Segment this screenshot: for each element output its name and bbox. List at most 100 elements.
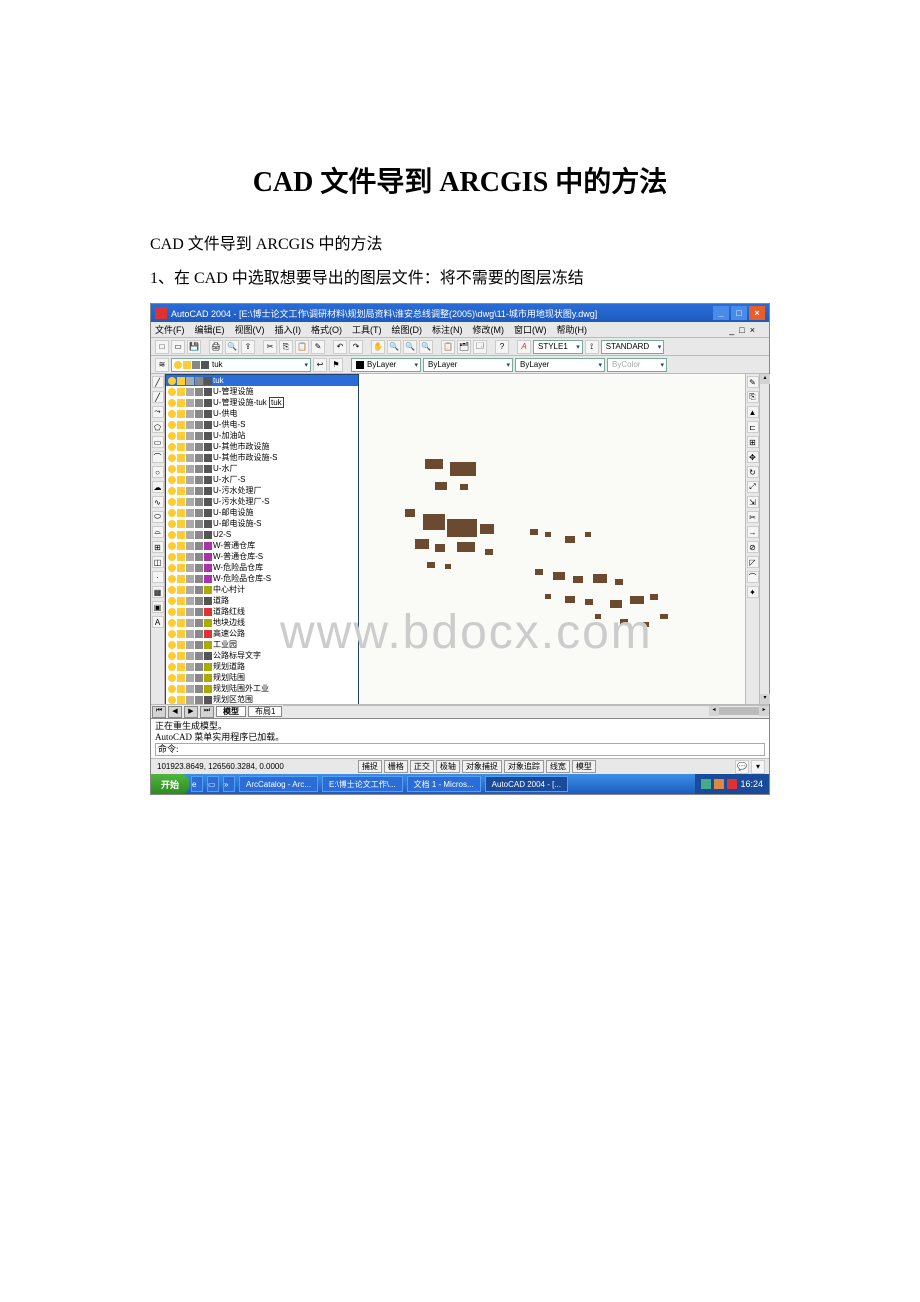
- chamfer-icon[interactable]: ◸: [747, 556, 759, 568]
- redo-icon[interactable]: ↷: [349, 340, 363, 354]
- rotate-icon[interactable]: ↻: [747, 466, 759, 478]
- otrack-toggle[interactable]: 对象追踪: [504, 760, 544, 773]
- match-icon[interactable]: ✎: [311, 340, 325, 354]
- zoom-rt-icon[interactable]: 🔍: [387, 340, 401, 354]
- dimstyle-icon[interactable]: ⟟: [585, 340, 599, 354]
- quicklaunch-more-icon[interactable]: »: [223, 776, 235, 792]
- layer-row[interactable]: 高速公路: [166, 628, 358, 639]
- cut-icon[interactable]: ✂: [263, 340, 277, 354]
- extend-icon[interactable]: →: [747, 526, 759, 538]
- arc-icon[interactable]: ⌒: [152, 451, 164, 463]
- pline-icon[interactable]: ⤳: [152, 406, 164, 418]
- textstyle-icon[interactable]: A: [517, 340, 531, 354]
- scroll-thumb[interactable]: [719, 707, 759, 715]
- props-icon[interactable]: 📋: [441, 340, 455, 354]
- color-combo[interactable]: ByLayer: [351, 358, 421, 372]
- dimstyle-combo[interactable]: STANDARD: [601, 340, 664, 354]
- break-icon[interactable]: ⊘: [747, 541, 759, 553]
- spline-icon[interactable]: ∿: [152, 496, 164, 508]
- layer-row[interactable]: U-供电: [166, 408, 358, 419]
- layer-row[interactable]: W-普通仓库-S: [166, 551, 358, 562]
- lwt-toggle[interactable]: 线宽: [546, 760, 570, 773]
- menu-dim[interactable]: 标注(N): [432, 323, 463, 336]
- lineweight-combo[interactable]: ByLayer: [515, 358, 605, 372]
- menu-draw[interactable]: 绘图(D): [392, 323, 423, 336]
- dc-icon[interactable]: 🗂: [457, 340, 471, 354]
- rect-icon[interactable]: ▭: [152, 436, 164, 448]
- menu-modify[interactable]: 修改(M): [473, 323, 505, 336]
- layer-row[interactable]: W-危险品仓库-S: [166, 573, 358, 584]
- zoom-prev-icon[interactable]: 🔍: [419, 340, 433, 354]
- linetype-combo[interactable]: ByLayer: [423, 358, 513, 372]
- publish-icon[interactable]: ⇪: [241, 340, 255, 354]
- layer-row[interactable]: 规划陆围外工业: [166, 683, 358, 694]
- line-icon[interactable]: ╱: [152, 376, 164, 388]
- tab-layout1[interactable]: 布局1: [248, 706, 282, 717]
- layer-row[interactable]: U-供电-S: [166, 419, 358, 430]
- tab-model[interactable]: 模型: [216, 706, 246, 717]
- comm-icon[interactable]: 💬: [735, 760, 749, 774]
- layer-dropdown[interactable]: tukU-管理设施U-管理设施-tuk tukU-供电U-供电-SU-加油站U-…: [165, 374, 359, 704]
- task-explorer[interactable]: E:\博士论文工作\...: [322, 776, 403, 792]
- snap-toggle[interactable]: 捕捉: [358, 760, 382, 773]
- layer-row[interactable]: U-污水处理厂: [166, 485, 358, 496]
- layer-row[interactable]: U-其他市政设施: [166, 441, 358, 452]
- task-word[interactable]: 文档 1 - Micros...: [407, 776, 481, 792]
- horizontal-scrollbar[interactable]: ◂ ▸: [283, 705, 769, 715]
- layer-row[interactable]: 工业园: [166, 639, 358, 650]
- scale-icon[interactable]: ⤢: [747, 481, 759, 493]
- explode-icon[interactable]: ✦: [747, 586, 759, 598]
- save-icon[interactable]: 💾: [187, 340, 201, 354]
- close-button[interactable]: ×: [749, 306, 765, 320]
- layer-row[interactable]: 公路标导文字: [166, 650, 358, 661]
- layer-row[interactable]: 地块边线: [166, 617, 358, 628]
- tray-icon-1[interactable]: [701, 779, 711, 789]
- osnap-toggle[interactable]: 对象捕捉: [462, 760, 502, 773]
- offset-icon[interactable]: ⊏: [747, 421, 759, 433]
- quicklaunch-desktop-icon[interactable]: ▭: [207, 776, 219, 792]
- task-arccatalog[interactable]: ArcCatalog - Arc...: [239, 776, 318, 792]
- polygon-icon[interactable]: ⬠: [152, 421, 164, 433]
- menu-help[interactable]: 帮助(H): [557, 323, 588, 336]
- drawing-canvas[interactable]: tukU-管理设施U-管理设施-tuk tukU-供电U-供电-SU-加油站U-…: [165, 374, 745, 704]
- layer-row[interactable]: W-危险品仓库: [166, 562, 358, 573]
- region-icon[interactable]: ▣: [152, 601, 164, 613]
- layer-prev-icon[interactable]: ↩: [313, 358, 327, 372]
- command-input[interactable]: 命令:: [155, 743, 765, 756]
- circle-icon[interactable]: ○: [152, 466, 164, 478]
- print-icon[interactable]: 🖨: [209, 340, 223, 354]
- layer-row[interactable]: 道路: [166, 595, 358, 606]
- tab-prev-icon[interactable]: ◀: [168, 706, 182, 718]
- layer-row[interactable]: 规划道路: [166, 661, 358, 672]
- scroll-up-icon[interactable]: ▴: [760, 374, 770, 384]
- paste-icon[interactable]: 📋: [295, 340, 309, 354]
- undo-icon[interactable]: ↶: [333, 340, 347, 354]
- ellipse-arc-icon[interactable]: ⌓: [152, 526, 164, 538]
- menu-tools[interactable]: 工具(T): [352, 323, 382, 336]
- layer-row[interactable]: U-管理设施-tuk tuk: [166, 397, 358, 408]
- layer-row[interactable]: U2-S: [166, 529, 358, 540]
- quicklaunch-ie-icon[interactable]: e: [191, 776, 203, 792]
- layer-row[interactable]: U-污水处理厂-S: [166, 496, 358, 507]
- text-icon[interactable]: A: [152, 616, 164, 628]
- layer-mgr-icon[interactable]: ≋: [155, 358, 169, 372]
- pan-icon[interactable]: ✋: [371, 340, 385, 354]
- layer-row[interactable]: U-邮电设施: [166, 507, 358, 518]
- vertical-scrollbar[interactable]: ▴ ▾: [759, 374, 769, 704]
- menu-view[interactable]: 视图(V): [235, 323, 265, 336]
- open-icon[interactable]: ▭: [171, 340, 185, 354]
- layer-row[interactable]: U-邮电设施-S: [166, 518, 358, 529]
- start-button[interactable]: 开始: [151, 774, 189, 794]
- mirror-icon[interactable]: ▲: [747, 406, 759, 418]
- layer-row[interactable]: 中心村计: [166, 584, 358, 595]
- insert-icon[interactable]: ⊞: [152, 541, 164, 553]
- ellipse-icon[interactable]: ⬭: [152, 511, 164, 523]
- trim-icon[interactable]: ✂: [747, 511, 759, 523]
- fillet-icon[interactable]: ⌒: [747, 571, 759, 583]
- task-autocad[interactable]: AutoCAD 2004 - [...: [485, 776, 568, 792]
- erase-icon[interactable]: ✎: [747, 376, 759, 388]
- scroll-left-icon[interactable]: ◂: [709, 706, 719, 716]
- layer-row[interactable]: U-管理设施: [166, 386, 358, 397]
- menu-format[interactable]: 格式(O): [311, 323, 342, 336]
- preview-icon[interactable]: 🔍: [225, 340, 239, 354]
